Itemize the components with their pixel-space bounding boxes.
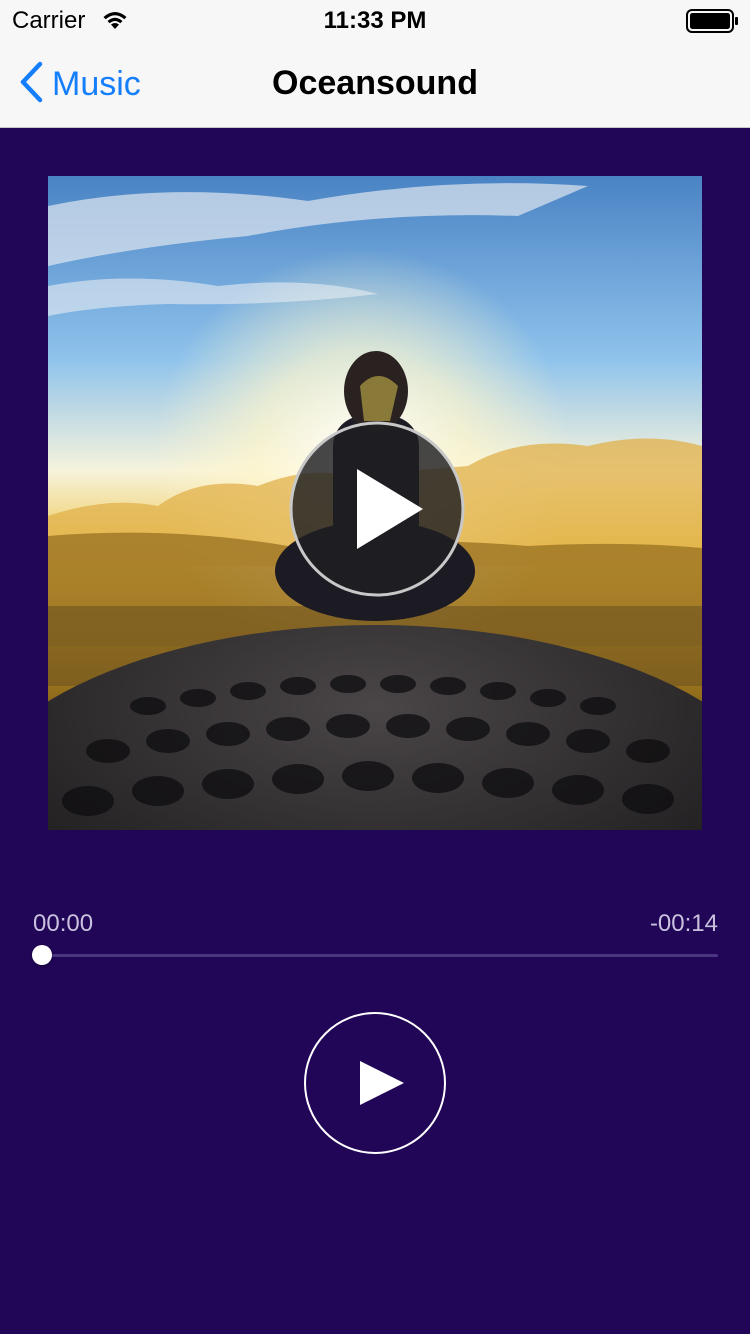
play-button[interactable] xyxy=(303,1011,447,1155)
navigation-bar: Music Oceansound xyxy=(0,40,750,128)
battery-icon xyxy=(686,9,740,38)
elapsed-time: 00:00 xyxy=(33,910,94,937)
status-time: 11:33 PM xyxy=(323,7,427,34)
play-circle-icon xyxy=(289,421,465,597)
album-artwork xyxy=(48,176,702,830)
status-bar: Carrier 11:33 PM xyxy=(0,0,750,40)
artwork-play-button[interactable] xyxy=(289,421,465,597)
progress-track[interactable] xyxy=(42,954,718,957)
play-icon xyxy=(304,1012,446,1154)
progress-thumb[interactable] xyxy=(32,945,52,965)
remaining-time: -00:14 xyxy=(649,910,718,937)
page-title: Oceansound xyxy=(272,64,478,102)
